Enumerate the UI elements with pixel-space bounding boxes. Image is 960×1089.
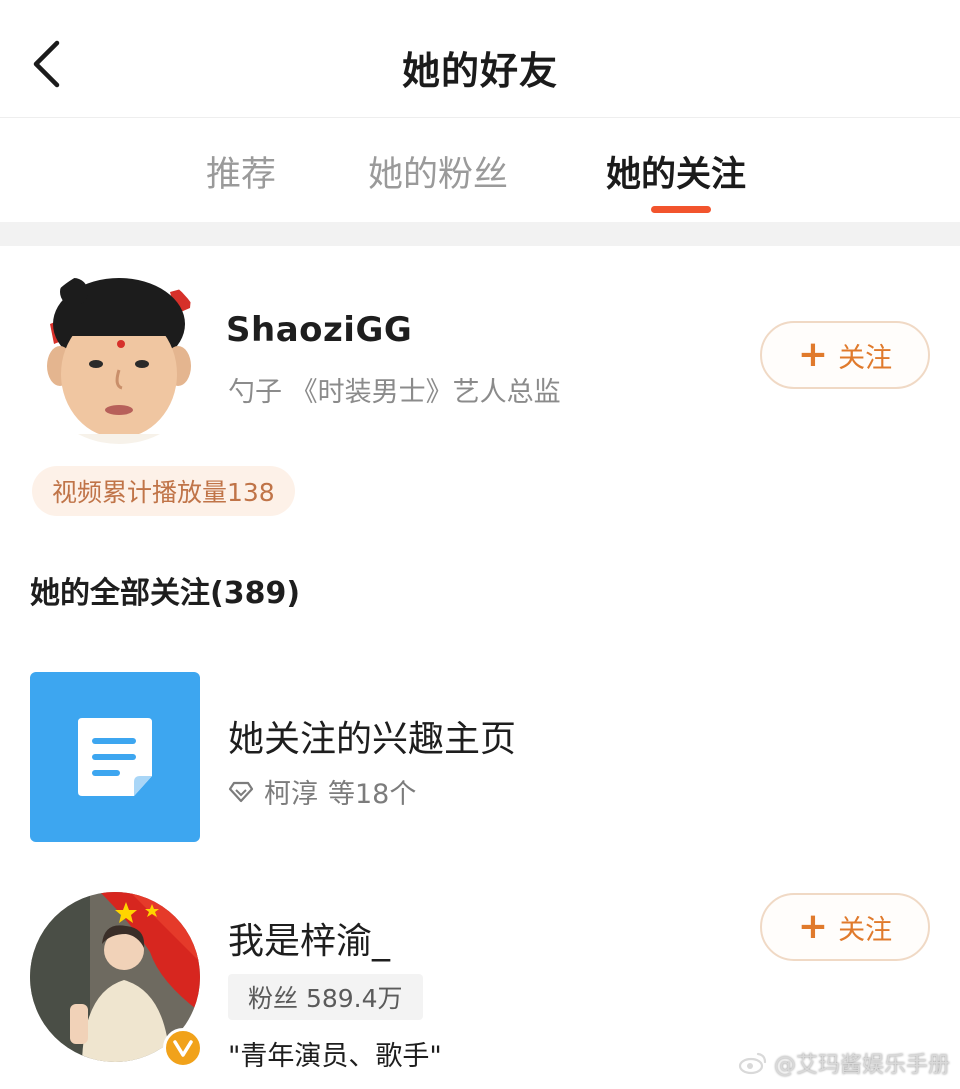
document-icon (78, 718, 152, 796)
user-bio: "青年演员、歌手" (228, 1041, 442, 1072)
follow-button[interactable]: + 关注 (760, 893, 930, 961)
interest-sub-count: 等18个 (328, 779, 417, 810)
page-title: 她的好友 (401, 49, 558, 93)
user-name[interactable]: 我是梓渝_ (228, 912, 390, 964)
verified-badge-icon (163, 1028, 203, 1068)
follow-button-label: 关注 (838, 342, 893, 374)
weibo-logo-icon (738, 1052, 767, 1075)
diamond-icon (228, 781, 254, 802)
watermark-text: @艾玛酱娱乐手册 (773, 1053, 950, 1078)
tab-her-following[interactable]: 她的关注 (606, 146, 746, 197)
watermark: @艾玛酱娱乐手册 (738, 1047, 950, 1079)
active-tab-indicator (651, 206, 711, 213)
avatar[interactable] (30, 266, 208, 444)
interest-sub-name: 柯淳 (264, 779, 318, 810)
video-play-count-badge: 视频累计播放量138 (32, 466, 295, 516)
user-description: 勺子 《时装男士》艺人总监 (228, 377, 561, 408)
fans-count-badge: 粉丝 589.4万 (228, 974, 423, 1020)
tab-bar: 推荐 她的粉丝 她的关注 (0, 118, 960, 222)
v-check-icon (173, 1040, 193, 1057)
user-name[interactable]: ShaoziGG (226, 310, 412, 350)
interest-pages-subtitle: 柯淳 等18个 (228, 772, 416, 811)
tab-recommend[interactable]: 推荐 (206, 146, 276, 197)
tab-her-fans[interactable]: 她的粉丝 (368, 146, 508, 197)
interest-pages-title[interactable]: 她关注的兴趣主页 (228, 710, 516, 762)
all-following-title: 她的全部关注(389) (30, 576, 301, 611)
top-nav-bar: 她的好友 (0, 0, 960, 118)
follow-button-label: 关注 (838, 914, 893, 946)
cartoon-avatar-image (30, 266, 208, 444)
section-divider (0, 222, 960, 246)
plus-icon: + (797, 334, 829, 375)
interest-page-tile[interactable] (30, 672, 200, 842)
plus-icon: + (797, 906, 829, 947)
follow-button[interactable]: + 关注 (760, 321, 930, 389)
